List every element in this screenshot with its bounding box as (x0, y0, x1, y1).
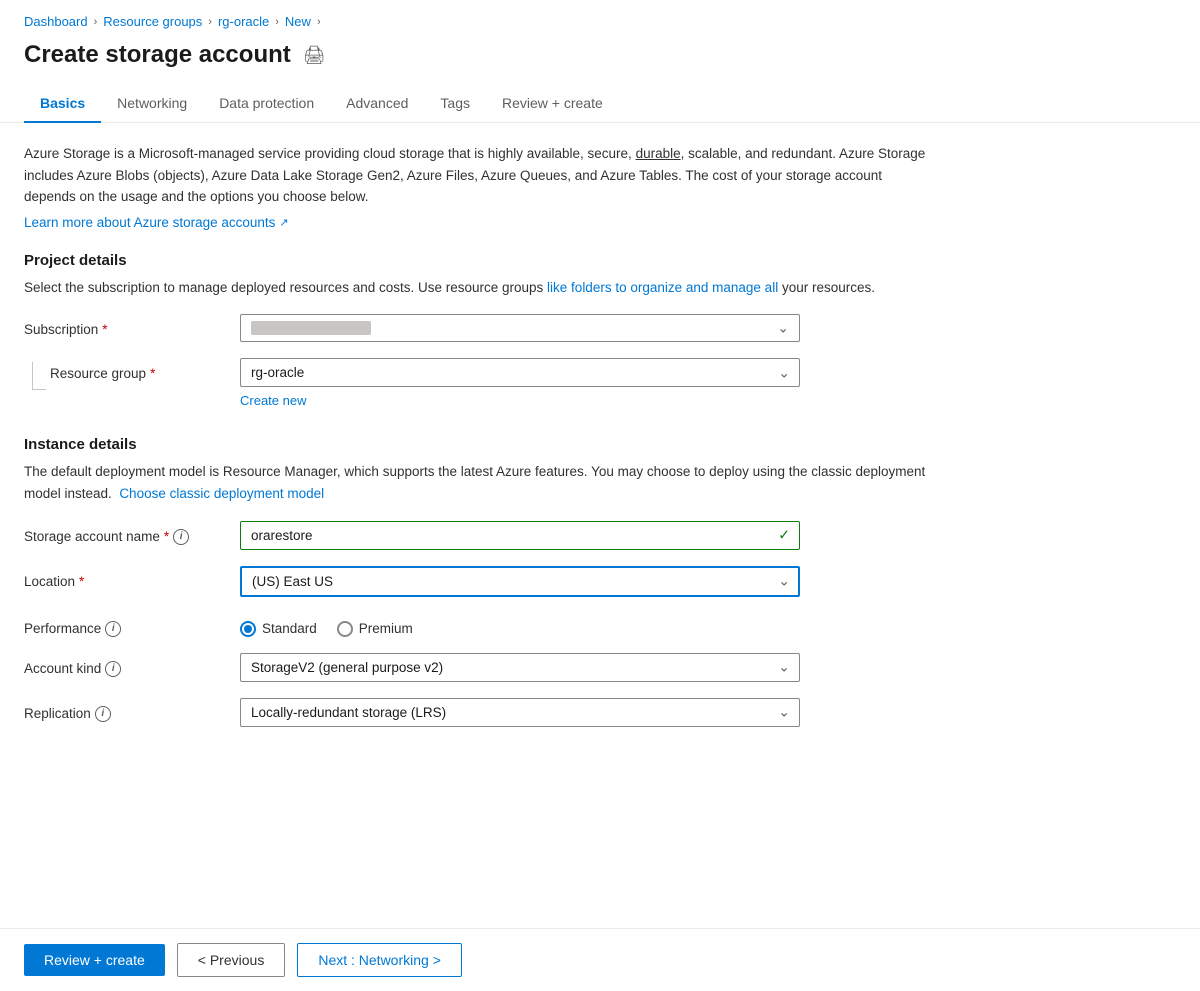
project-details-title: Project details (24, 252, 936, 269)
storage-name-check-icon: ✓ (778, 527, 790, 544)
performance-info-icon[interactable]: i (105, 621, 121, 637)
location-row: Location * (US) East US (24, 566, 936, 597)
create-new-link[interactable]: Create new (240, 393, 306, 408)
breadcrumb-dashboard[interactable]: Dashboard (24, 14, 88, 29)
account-kind-select-wrapper: StorageV2 (general purpose v2) (240, 653, 800, 682)
performance-radio-group: Standard Premium (240, 613, 800, 637)
replication-control: Locally-redundant storage (LRS) (240, 698, 800, 727)
storage-name-required: * (164, 529, 169, 544)
breadcrumb-rg-oracle[interactable]: rg-oracle (218, 14, 269, 29)
page-header: Create storage account 🖨 (0, 37, 1200, 85)
subscription-control: ⌄ (240, 314, 800, 342)
tabs-nav: Basics Networking Data protection Advanc… (0, 85, 1200, 123)
learn-more-link[interactable]: Learn more about Azure storage accounts … (24, 215, 289, 230)
account-kind-control: StorageV2 (general purpose v2) (240, 653, 800, 682)
location-select[interactable]: (US) East US (240, 566, 800, 597)
account-kind-label: Account kind i (24, 653, 224, 677)
performance-premium-radio[interactable] (337, 621, 353, 637)
review-create-button[interactable]: Review + create (24, 944, 165, 976)
subscription-dropdown[interactable]: ⌄ (240, 314, 800, 342)
intro-text: Azure Storage is a Microsoft-managed ser… (24, 143, 936, 208)
tab-basics[interactable]: Basics (24, 85, 101, 123)
storage-name-label: Storage account name * i (24, 521, 224, 545)
previous-button[interactable]: < Previous (177, 943, 286, 977)
subscription-row: Subscription * ⌄ (24, 314, 936, 342)
subscription-chevron-icon: ⌄ (777, 320, 789, 337)
storage-name-row: Storage account name * i ✓ (24, 521, 936, 550)
account-kind-select[interactable]: StorageV2 (general purpose v2) (240, 653, 800, 682)
subscription-label: Subscription * (24, 314, 224, 337)
project-details-desc: Select the subscription to manage deploy… (24, 277, 936, 299)
resource-group-select[interactable]: rg-oracle (240, 358, 800, 387)
storage-name-input[interactable] (240, 521, 800, 550)
subscription-placeholder (251, 321, 371, 335)
resource-groups-link[interactable]: like folders to organize and manage all (547, 280, 778, 295)
storage-name-info-icon[interactable]: i (173, 529, 189, 545)
location-control: (US) East US (240, 566, 800, 597)
performance-premium-label: Premium (359, 621, 413, 636)
replication-label: Replication i (24, 698, 224, 722)
resource-group-select-wrapper: rg-oracle (240, 358, 800, 387)
footer: Review + create < Previous Next : Networ… (0, 928, 1200, 991)
breadcrumb-resource-groups[interactable]: Resource groups (103, 14, 202, 29)
tab-advanced[interactable]: Advanced (330, 85, 424, 123)
tab-data-protection[interactable]: Data protection (203, 85, 330, 123)
storage-name-input-wrapper: ✓ (240, 521, 800, 550)
account-kind-info-icon[interactable]: i (105, 661, 121, 677)
location-label: Location * (24, 566, 224, 589)
print-icon[interactable]: 🖨 (303, 45, 326, 66)
resource-group-required: * (150, 366, 155, 381)
account-kind-row: Account kind i StorageV2 (general purpos… (24, 653, 936, 682)
replication-select[interactable]: Locally-redundant storage (LRS) (240, 698, 800, 727)
tab-networking[interactable]: Networking (101, 85, 203, 123)
replication-info-icon[interactable]: i (95, 706, 111, 722)
replication-row: Replication i Locally-redundant storage … (24, 698, 936, 727)
breadcrumb-new[interactable]: New (285, 14, 311, 29)
external-link-icon: ↗ (279, 216, 288, 229)
performance-standard-radio[interactable] (240, 621, 256, 637)
location-required: * (79, 574, 84, 589)
performance-control: Standard Premium (240, 613, 800, 637)
performance-premium-option[interactable]: Premium (337, 621, 413, 637)
breadcrumb: Dashboard › Resource groups › rg-oracle … (0, 0, 1200, 37)
resource-group-control: rg-oracle Create new (240, 358, 800, 408)
tab-tags[interactable]: Tags (424, 85, 486, 123)
tab-review-create[interactable]: Review + create (486, 85, 619, 123)
subscription-required: * (102, 322, 107, 337)
resource-group-label: Resource group * (46, 358, 155, 381)
location-select-wrapper: (US) East US (240, 566, 800, 597)
storage-name-control: ✓ (240, 521, 800, 550)
main-content: Azure Storage is a Microsoft-managed ser… (0, 123, 960, 763)
instance-details-title: Instance details (24, 436, 936, 453)
performance-standard-label: Standard (262, 621, 317, 636)
next-networking-button[interactable]: Next : Networking > (297, 943, 462, 977)
page-title: Create storage account (24, 41, 291, 69)
replication-select-wrapper: Locally-redundant storage (LRS) (240, 698, 800, 727)
performance-label: Performance i (24, 613, 224, 637)
performance-row: Performance i Standard Premium (24, 613, 936, 637)
instance-details-desc: The default deployment model is Resource… (24, 461, 936, 504)
classic-deployment-link[interactable]: Choose classic deployment model (119, 486, 324, 501)
performance-standard-option[interactable]: Standard (240, 621, 317, 637)
